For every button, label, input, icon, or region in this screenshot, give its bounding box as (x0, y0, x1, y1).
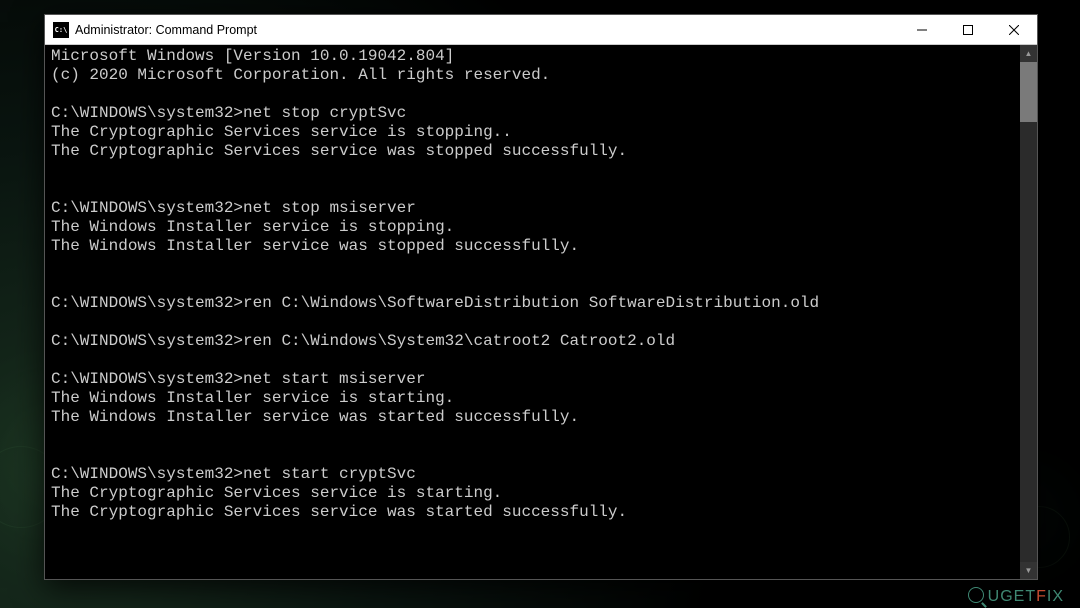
titlebar[interactable]: C:\ Administrator: Command Prompt (45, 15, 1037, 45)
terminal-line: The Cryptographic Services service is st… (51, 484, 1031, 503)
vertical-scrollbar[interactable]: ▲ ▼ (1020, 45, 1037, 579)
terminal-line (51, 522, 1031, 541)
maximize-button[interactable] (945, 15, 991, 44)
minimize-icon (917, 25, 927, 35)
terminal-line: C:\WINDOWS\system32>net stop cryptSvc (51, 104, 1031, 123)
app-icon: C:\ (53, 22, 69, 38)
window-title: Administrator: Command Prompt (75, 23, 899, 37)
terminal-line: The Cryptographic Services service is st… (51, 123, 1031, 142)
terminal-line (51, 313, 1031, 332)
terminal-line: The Windows Installer service is stoppin… (51, 218, 1031, 237)
terminal-line: C:\WINDOWS\system32>ren C:\Windows\Syste… (51, 332, 1031, 351)
minimize-button[interactable] (899, 15, 945, 44)
watermark-prefix: UGET (988, 588, 1036, 605)
terminal-line: (c) 2020 Microsoft Corporation. All righ… (51, 66, 1031, 85)
terminal-line (51, 446, 1031, 465)
watermark: UGETFIX (968, 587, 1064, 606)
terminal-line (51, 427, 1031, 446)
terminal-line: The Cryptographic Services service was s… (51, 503, 1031, 522)
terminal-line (51, 256, 1031, 275)
terminal-line: C:\WINDOWS\system32>net start cryptSvc (51, 465, 1031, 484)
terminal-line: The Cryptographic Services service was s… (51, 142, 1031, 161)
maximize-icon (963, 25, 973, 35)
terminal-line: C:\WINDOWS\system32>net stop msiserver (51, 199, 1031, 218)
terminal-line (51, 275, 1031, 294)
watermark-accent: F (1036, 588, 1047, 605)
terminal-line: The Windows Installer service was stoppe… (51, 237, 1031, 256)
watermark-suffix: IX (1047, 588, 1064, 605)
terminal-line: The Windows Installer service was starte… (51, 408, 1031, 427)
terminal-line (51, 161, 1031, 180)
window-controls (899, 15, 1037, 44)
scroll-down-arrow-icon[interactable]: ▼ (1020, 562, 1037, 579)
terminal-line: C:\WINDOWS\system32>net start msiserver (51, 370, 1031, 389)
terminal-line: The Windows Installer service is startin… (51, 389, 1031, 408)
terminal-line (51, 180, 1031, 199)
command-prompt-window: C:\ Administrator: Command Prompt Micros… (44, 14, 1038, 580)
scroll-track[interactable] (1020, 62, 1037, 562)
terminal-line (51, 541, 1031, 560)
scroll-thumb[interactable] (1020, 62, 1037, 122)
scroll-up-arrow-icon[interactable]: ▲ (1020, 45, 1037, 62)
terminal-line (51, 85, 1031, 104)
magnifier-icon (968, 587, 984, 603)
terminal-line (51, 351, 1031, 370)
terminal-output[interactable]: Microsoft Windows [Version 10.0.19042.80… (45, 45, 1037, 579)
terminal-line: Microsoft Windows [Version 10.0.19042.80… (51, 47, 1031, 66)
close-button[interactable] (991, 15, 1037, 44)
close-icon (1009, 25, 1019, 35)
terminal-line: C:\WINDOWS\system32>ren C:\Windows\Softw… (51, 294, 1031, 313)
